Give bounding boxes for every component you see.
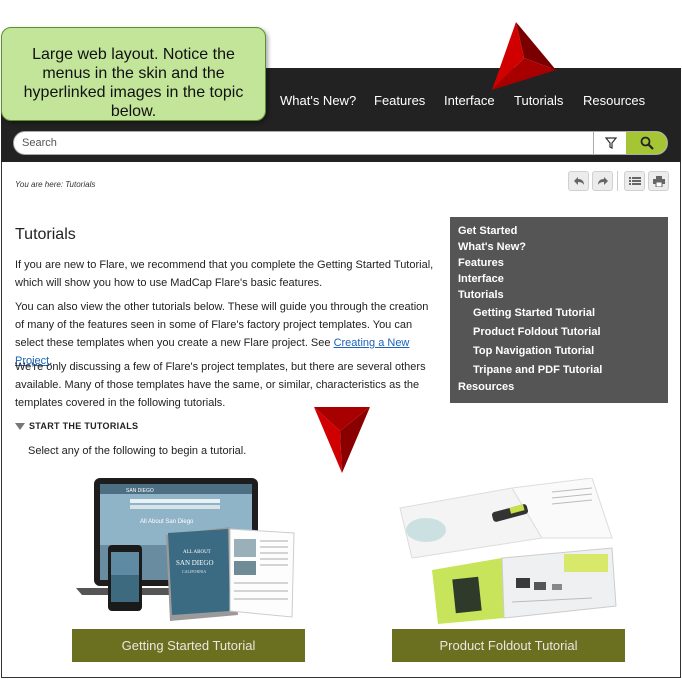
nav-item-interface[interactable]: Interface [444, 93, 495, 108]
nav-item-tutorials[interactable]: Tutorials [514, 93, 563, 108]
expand-all-button[interactable] [624, 171, 645, 191]
annotation-callout: Large web layout. Notice the menus in th… [1, 27, 266, 121]
print-icon [652, 175, 665, 187]
nav-item-features[interactable]: Features [374, 93, 425, 108]
search-icon [640, 136, 654, 150]
menu-subitem-getting-started[interactable]: Getting Started Tutorial [473, 307, 595, 319]
product-foldout-tutorial-button[interactable]: Product Foldout Tutorial [392, 629, 625, 662]
breadcrumb: You are here: Tutorials [15, 180, 96, 189]
laptop-heading-text: All About San Diego [140, 519, 194, 525]
menu-subitem-tripane-pdf[interactable]: Tripane and PDF Tutorial [473, 364, 602, 376]
search-bar [13, 131, 668, 155]
filter-button[interactable] [593, 132, 627, 154]
red-arrow-down-icon [314, 407, 370, 473]
page-title: Tutorials [15, 226, 76, 243]
forward-icon [597, 177, 608, 185]
expand-all-icon [628, 177, 641, 185]
side-menu: Get Started What's New? Features Interfa… [450, 217, 668, 403]
select-instruction: Select any of the following to begin a t… [28, 445, 247, 457]
product-foldout-image[interactable] [392, 478, 624, 626]
back-button[interactable] [568, 171, 589, 191]
book-title-text: SAN DIEGO [176, 559, 214, 567]
menu-subitem-product-foldout[interactable]: Product Foldout Tutorial [473, 326, 601, 338]
book-top-text: ALL ABOUT [183, 550, 211, 555]
toggler-label: START THE TUTORIALS [29, 421, 139, 431]
triangle-down-icon [15, 423, 25, 431]
start-tutorials-toggler[interactable]: START THE TUTORIALS [15, 421, 138, 431]
menu-item-interface[interactable]: Interface [458, 273, 504, 285]
menu-item-tutorials[interactable]: Tutorials [458, 289, 504, 301]
search-input[interactable] [14, 132, 600, 154]
red-arrow-icon [492, 22, 556, 90]
menu-item-whats-new[interactable]: What's New? [458, 241, 526, 253]
getting-started-tutorial-button[interactable]: Getting Started Tutorial [72, 629, 305, 662]
templates-paragraph: We're only discussing a few of Flare's p… [15, 361, 426, 409]
laptop-logo-text: SAN DIEGO [126, 488, 154, 494]
nav-item-whats-new[interactable]: What's New? [280, 93, 356, 108]
getting-started-image[interactable]: SAN DIEGO All About San Diego ALL ABOUT … [70, 475, 302, 625]
back-icon [573, 177, 584, 185]
menu-item-features[interactable]: Features [458, 257, 504, 269]
search-button[interactable] [626, 132, 667, 154]
menu-subitem-top-navigation[interactable]: Top Navigation Tutorial [473, 345, 594, 357]
filter-icon [604, 137, 617, 149]
menu-item-resources[interactable]: Resources [458, 381, 514, 393]
nav-item-resources[interactable]: Resources [583, 93, 645, 108]
forward-button[interactable] [592, 171, 613, 191]
menu-item-get-started[interactable]: Get Started [458, 225, 517, 237]
book-subtitle-text: CALIFORNIA [182, 569, 206, 574]
print-button[interactable] [648, 171, 669, 191]
intro-paragraph: If you are new to Flare, we recommend th… [15, 259, 434, 289]
toolbar-divider [617, 171, 618, 191]
